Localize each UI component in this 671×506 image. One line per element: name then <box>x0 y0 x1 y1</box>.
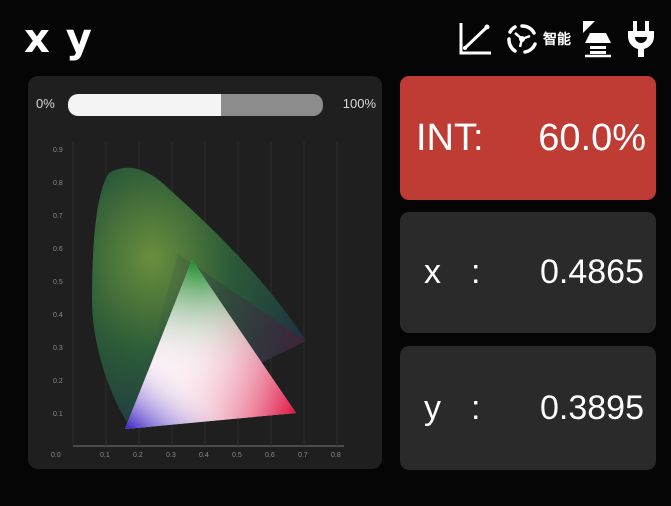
y-tick-label: 0.2 <box>53 378 63 385</box>
chromaticity-panel: 0% 100% 0.9 0.8 0.7 0.6 0.5 0.4 0.3 0.2 … <box>28 76 382 469</box>
fan-mode-label: 智能 <box>543 31 571 47</box>
x-tick-label: 0.3 <box>166 452 176 459</box>
y-tick-label: 0.4 <box>53 312 63 319</box>
x-label: x <box>424 253 441 291</box>
y-value: 0.3895 <box>540 388 644 427</box>
fan-icon[interactable]: 智能 <box>503 20 571 58</box>
y-colon: : <box>471 388 481 427</box>
int-label: INT: <box>416 116 484 159</box>
y-tick-label: 0.9 <box>53 147 63 154</box>
intensity-slider-fill[interactable] <box>68 94 221 116</box>
y-tick-label: 0.8 <box>53 180 63 187</box>
x-tick-label: 0.7 <box>298 452 308 459</box>
cie-chromaticity-diagram[interactable]: 0.9 0.8 0.7 0.6 0.5 0.4 0.3 0.2 0.1 0.1 0.2 0.3 0.4… <box>48 132 348 462</box>
intensity-max-label: 100% <box>342 96 376 111</box>
y-label: y <box>424 388 441 427</box>
x-tick-label: 0.4 <box>199 452 209 459</box>
x-colon: : <box>471 253 481 291</box>
y-tick-label: 0.5 <box>53 279 63 286</box>
power-plug-icon[interactable] <box>625 19 657 59</box>
y-tick-label: 0.6 <box>53 246 63 253</box>
x-tick-label: 0.5 <box>232 452 242 459</box>
axis-origin-label: 0.0 <box>51 452 61 459</box>
x-value: 0.4865 <box>540 253 644 291</box>
intensity-min-label: 0% <box>36 96 55 111</box>
y-tick-label: 0.1 <box>53 411 63 418</box>
x-tick-label: 0.2 <box>133 452 143 459</box>
page-title: x y <box>24 16 93 62</box>
y-readout[interactable]: y : 0.3895 <box>400 346 656 470</box>
dimmer-lamp-icon[interactable] <box>581 19 615 59</box>
x-tick-label: 0.1 <box>100 452 110 459</box>
intensity-readout[interactable]: INT: 60.0% <box>400 76 656 200</box>
int-value: 60.0% <box>538 116 646 159</box>
intensity-slider[interactable] <box>68 94 323 116</box>
y-tick-label: 0.3 <box>53 345 63 352</box>
x-tick-label: 0.8 <box>331 452 341 459</box>
chart-axis-icon[interactable] <box>457 21 493 57</box>
x-readout[interactable]: x : 0.4865 <box>400 212 656 333</box>
x-tick-label: 0.6 <box>265 452 275 459</box>
toolbar: 智能 <box>457 14 657 64</box>
y-tick-label: 0.7 <box>53 213 63 220</box>
